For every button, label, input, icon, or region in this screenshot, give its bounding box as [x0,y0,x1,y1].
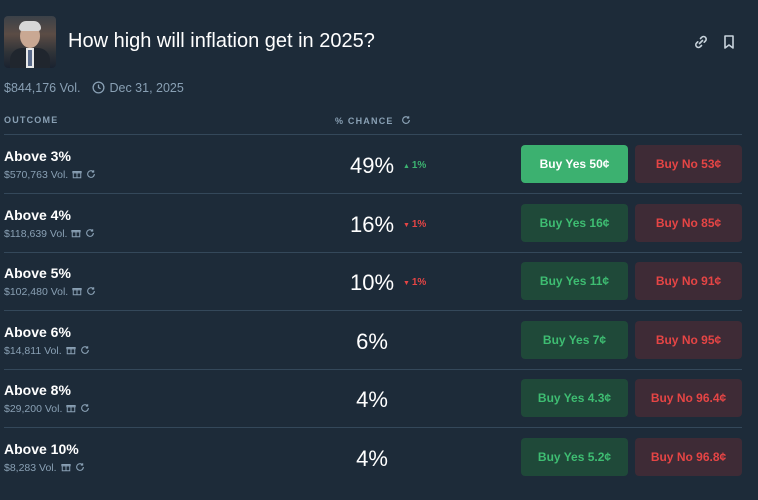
chance-delta: ▼ 1% [403,219,426,230]
chance-delta-value: 1% [411,277,427,288]
outcome-name: Above 5% [4,265,71,281]
refresh-icon[interactable] [401,115,411,125]
refresh-icon[interactable] [86,169,96,179]
outcome-name: Above 6% [4,324,71,340]
market-header: How high will inflation get in 2025? [4,16,754,68]
link-icon[interactable] [693,34,709,50]
buy-no-button[interactable]: Buy No 95¢ [635,321,742,359]
outcome-volume: $102,480 Vol. [4,286,69,298]
outcome-volume: $14,811 Vol. [4,345,62,357]
market-end-date: Dec 31, 2025 [109,81,184,95]
triangle-up-icon: ▲ [403,163,412,170]
outcome-row[interactable]: Above 5% $102,480 Vol. 10% ▼ 1% Buy Yes 11¢ B… [4,252,742,310]
buy-yes-button[interactable]: Buy Yes 11¢ [521,262,628,300]
triangle-down-icon: ▼ [403,280,412,287]
buy-yes-button[interactable]: Buy Yes 4.3¢ [521,379,628,417]
outcome-volume-line: $570,763 Vol. [4,169,96,181]
outcome-chance: 10% [350,270,395,295]
buy-no-button[interactable]: Buy No 91¢ [635,262,742,300]
outcome-volume-line: $29,200 Vol. [4,403,90,415]
market-volume: $844,176 Vol. [4,81,81,95]
triangle-down-icon: ▼ [403,222,412,229]
gift-icon [72,169,82,179]
gift-icon [60,462,71,472]
outcome-volume-line: $118,639 Vol. [4,228,95,240]
chance-column-label: % CHANCE [335,116,394,126]
buy-yes-button[interactable]: Buy Yes 5.2¢ [521,438,628,476]
outcome-volume-line: $8,283 Vol. [4,462,85,474]
clock-icon [92,81,106,94]
outcome-volume: $29,200 Vol. [4,403,63,415]
market-title: How high will inflation get in 2025? [68,30,375,52]
outcome-volume: $8,283 Vol. [4,462,57,474]
gift-icon [66,403,77,413]
buy-no-button[interactable]: Buy No 96.4¢ [635,379,742,417]
outcome-name: Above 3% [4,148,71,164]
outcome-row[interactable]: Above 4% $118,639 Vol. 16% ▼ 1% Buy Yes 16¢ B… [4,194,742,252]
outcome-column-header: OUTCOME [4,115,59,125]
gift-icon [65,345,76,355]
chance-delta: ▼ 1% [403,277,426,288]
outcome-name: Above 4% [4,207,71,223]
chance-delta-value: 1% [411,219,427,230]
chance-column-header: % CHANCE [335,115,411,126]
refresh-icon[interactable] [86,286,96,296]
refresh-icon[interactable] [80,345,90,355]
buy-yes-button[interactable]: Buy Yes 16¢ [521,204,628,242]
outcome-row[interactable]: Above 10% $8,283 Vol. 4% Buy Yes 5.2¢ Buy No… [4,428,742,486]
outcome-chance: 4% [356,387,388,412]
market-image [4,16,56,68]
buy-no-button[interactable]: Buy No 85¢ [635,204,742,242]
buy-no-button[interactable]: Buy No 53¢ [635,145,742,183]
outcome-name: Above 8% [4,382,71,398]
outcome-name: Above 10% [4,441,79,457]
outcome-volume: $118,639 Vol. [4,228,68,240]
outcome-volume-line: $14,811 Vol. [4,345,90,357]
outcome-row[interactable]: Above 6% $14,811 Vol. 6% Buy Yes 7¢ Buy No 9… [4,311,742,369]
refresh-icon[interactable] [80,403,90,413]
buy-yes-button[interactable]: Buy Yes 50¢ [521,145,628,183]
outcome-chance: 4% [356,446,388,471]
outcome-row[interactable]: Above 3% $570,763 Vol. 49% ▲ 1% Buy Yes 50¢ B… [4,135,742,193]
refresh-icon[interactable] [75,462,85,472]
outcome-volume-line: $102,480 Vol. [4,286,96,298]
gift-icon [71,228,82,238]
chance-delta-value: 1% [411,160,427,171]
chance-delta: ▲ 1% [403,160,426,171]
buy-no-button[interactable]: Buy No 96.8¢ [635,438,742,476]
outcome-chance: 6% [356,329,388,354]
refresh-icon[interactable] [85,228,95,238]
market-meta: $844,176 Vol. Dec 31, 2025 [4,81,184,95]
bookmark-icon[interactable] [721,34,737,50]
outcome-chance: 49% [350,153,395,178]
outcome-row[interactable]: Above 8% $29,200 Vol. 4% Buy Yes 4.3¢ Buy No… [4,369,742,427]
outcome-chance: 16% [350,212,395,237]
buy-yes-button[interactable]: Buy Yes 7¢ [521,321,628,359]
outcome-volume: $570,763 Vol. [4,169,69,181]
gift-icon [72,286,82,296]
